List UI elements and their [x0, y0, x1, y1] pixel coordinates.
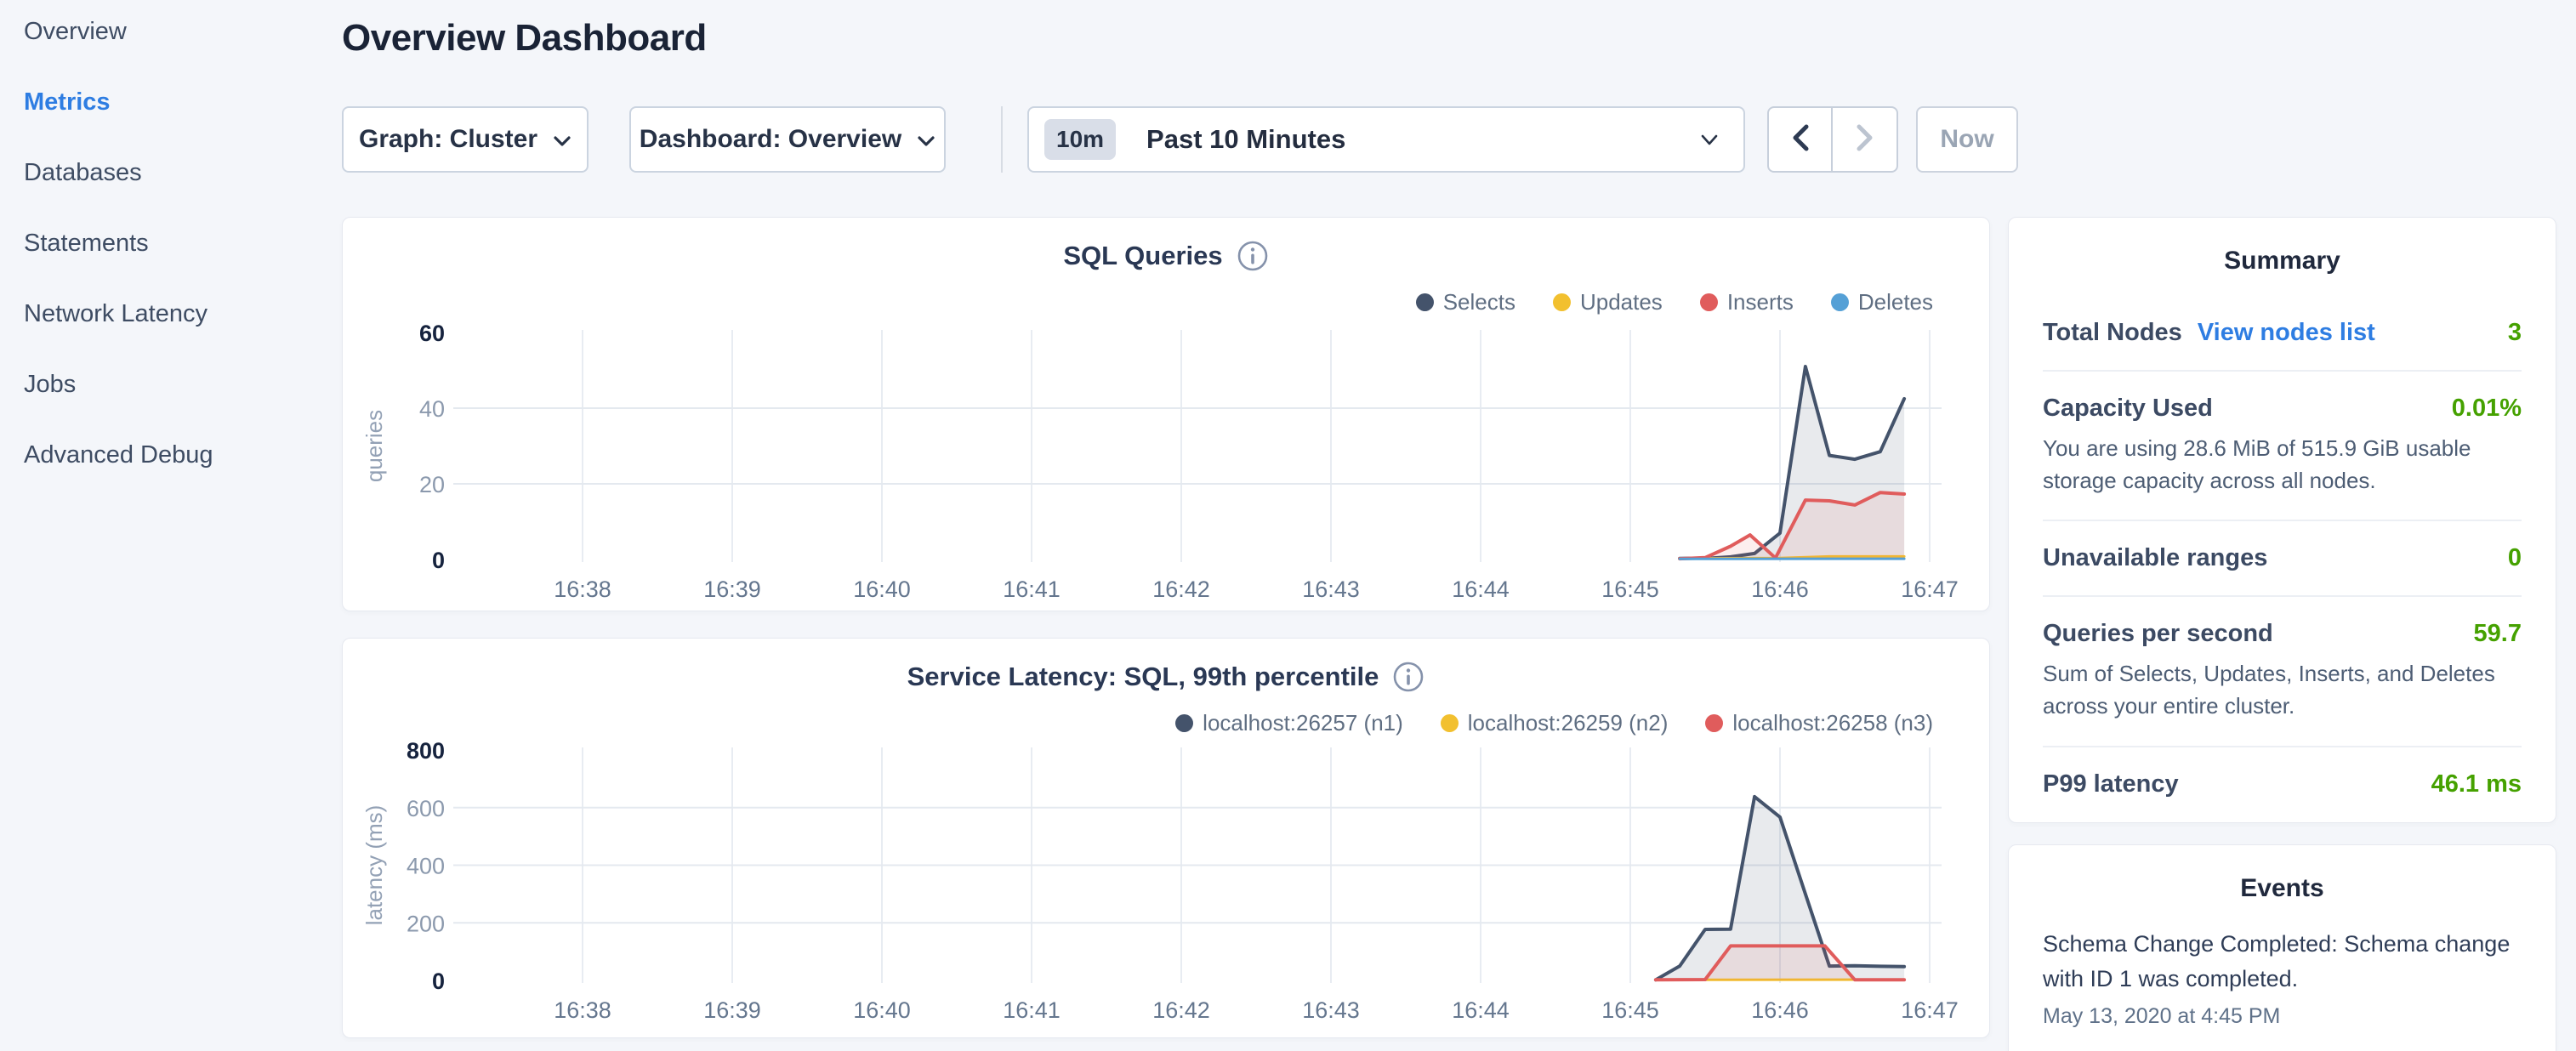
sidebar-item-network-latency[interactable]: Network Latency: [0, 279, 340, 349]
summary-row-queries-per-second: Queries per second 59.7 Sum of Selects, …: [2043, 595, 2522, 745]
svg-text:16:40: 16:40: [853, 577, 911, 602]
summary-row-value: 0.01%: [2452, 395, 2522, 423]
svg-text:40: 40: [419, 396, 445, 422]
now-button[interactable]: Now: [1916, 106, 2018, 173]
svg-text:16:42: 16:42: [1152, 997, 1210, 1023]
sidebar-item-advanced-debug[interactable]: Advanced Debug: [0, 420, 340, 491]
summary-row-value: 0: [2508, 544, 2522, 572]
summary-row-unavailable-ranges: Unavailable ranges 0: [2043, 520, 2522, 595]
sidebar-item-statements[interactable]: Statements: [0, 208, 340, 279]
svg-text:16:45: 16:45: [1601, 997, 1659, 1023]
time-window-label: Past 10 Minutes: [1146, 124, 1345, 155]
svg-text:16:38: 16:38: [554, 577, 611, 602]
svg-text:queries: queries: [361, 410, 387, 482]
svg-text:0: 0: [432, 548, 445, 573]
summary-row-label: Capacity Used: [2043, 395, 2213, 423]
svg-text:800: 800: [407, 738, 445, 764]
chevron-down-icon: [1699, 134, 1720, 151]
svg-text:16:47: 16:47: [1901, 997, 1959, 1023]
chevron-left-icon: [1789, 123, 1811, 156]
svg-text:16:39: 16:39: [703, 997, 761, 1023]
dashboard-dropdown-label: Dashboard: Overview: [640, 125, 901, 154]
svg-text:16:47: 16:47: [1901, 577, 1959, 602]
svg-text:16:43: 16:43: [1302, 997, 1360, 1023]
svg-text:60: 60: [419, 321, 445, 346]
svg-text:16:45: 16:45: [1601, 577, 1659, 602]
events-panel: Events Schema Change Completed: Schema c…: [2008, 844, 2556, 1051]
svg-text:16:39: 16:39: [703, 577, 761, 602]
controls-bar: Graph: Cluster Dashboard: Overview 10m P…: [0, 106, 2576, 173]
sql-queries-chart-card: SQL Queries SelectsUpdatesInsertsDeletes…: [342, 217, 1990, 611]
controls-divider: [1001, 106, 1003, 173]
time-window-dropdown[interactable]: 10m Past 10 Minutes: [1027, 106, 1745, 173]
svg-text:16:46: 16:46: [1751, 997, 1809, 1023]
events-title: Events: [2043, 845, 2522, 903]
dashboard-dropdown-button[interactable]: Dashboard: Overview: [629, 106, 946, 173]
chevron-down-icon: [553, 125, 571, 154]
svg-text:16:40: 16:40: [853, 997, 911, 1023]
svg-text:400: 400: [407, 854, 445, 879]
svg-text:16:42: 16:42: [1152, 577, 1210, 602]
svg-text:16:44: 16:44: [1452, 577, 1510, 602]
next-time-button[interactable]: [1833, 108, 1896, 171]
time-window-badge: 10m: [1044, 119, 1116, 160]
time-step-buttons: [1767, 106, 1898, 173]
svg-text:16:41: 16:41: [1003, 997, 1061, 1023]
summary-row-total-nodes: Total Nodes View nodes list 3: [2043, 296, 2522, 370]
svg-text:200: 200: [407, 911, 445, 936]
event-timestamp: May 13, 2020 at 4:45 PM: [2043, 1004, 2522, 1029]
graph-dropdown-button[interactable]: Graph: Cluster: [342, 106, 589, 173]
svg-text:16:43: 16:43: [1302, 577, 1360, 602]
service-latency-chart-card: Service Latency: SQL, 99th percentile lo…: [342, 638, 1990, 1038]
event-item[interactable]: Schema Change Completed: Schema change w…: [2043, 927, 2522, 1029]
summary-row-value: 59.7: [2474, 620, 2522, 648]
page-title: Overview Dashboard: [342, 17, 707, 60]
previous-time-button[interactable]: [1769, 108, 1833, 171]
summary-row-label: Total Nodes: [2043, 319, 2182, 347]
svg-text:20: 20: [419, 472, 445, 497]
summary-row-label: P99 latency: [2043, 770, 2179, 798]
sidebar-item-jobs[interactable]: Jobs: [0, 349, 340, 420]
summary-row-capacity-used: Capacity Used 0.01% You are using 28.6 M…: [2043, 370, 2522, 520]
svg-text:16:46: 16:46: [1751, 577, 1809, 602]
summary-row-label: Queries per second: [2043, 620, 2273, 648]
summary-row-value: 46.1 ms: [2431, 770, 2522, 798]
service-latency-plot: 0 200 400 600 800 16:38 16:39 16:40 16:41 16:42 16…: [343, 639, 1991, 1039]
svg-text:16:38: 16:38: [554, 997, 611, 1023]
view-nodes-list-link[interactable]: View nodes list: [2198, 319, 2375, 347]
sql-queries-plot: 0 20 40 60 16:38 16:39 16:40 16:41 16:42 16:43 16:…: [343, 218, 1991, 612]
svg-text:0: 0: [432, 969, 445, 994]
svg-text:16:44: 16:44: [1452, 997, 1510, 1023]
event-message: Schema Change Completed: Schema change w…: [2043, 927, 2522, 996]
graph-dropdown-label: Graph: Cluster: [359, 125, 537, 154]
chevron-right-icon: [1854, 123, 1876, 156]
svg-text:600: 600: [407, 796, 445, 821]
summary-row-description: You are using 28.6 MiB of 515.9 GiB usab…: [2043, 433, 2522, 497]
svg-text:latency (ms): latency (ms): [361, 805, 387, 926]
summary-title: Summary: [2043, 218, 2522, 276]
summary-row-p99-latency: P99 latency 46.1 ms: [2043, 746, 2522, 821]
summary-row-value: 3: [2508, 319, 2522, 347]
chevron-down-icon: [917, 125, 935, 154]
summary-panel: Summary Total Nodes View nodes list 3 Ca…: [2008, 217, 2556, 823]
summary-row-description: Sum of Selects, Updates, Inserts, and De…: [2043, 658, 2522, 722]
svg-text:16:41: 16:41: [1003, 577, 1061, 602]
sidebar-item-overview[interactable]: Overview: [0, 0, 340, 67]
summary-row-label: Unavailable ranges: [2043, 544, 2267, 572]
